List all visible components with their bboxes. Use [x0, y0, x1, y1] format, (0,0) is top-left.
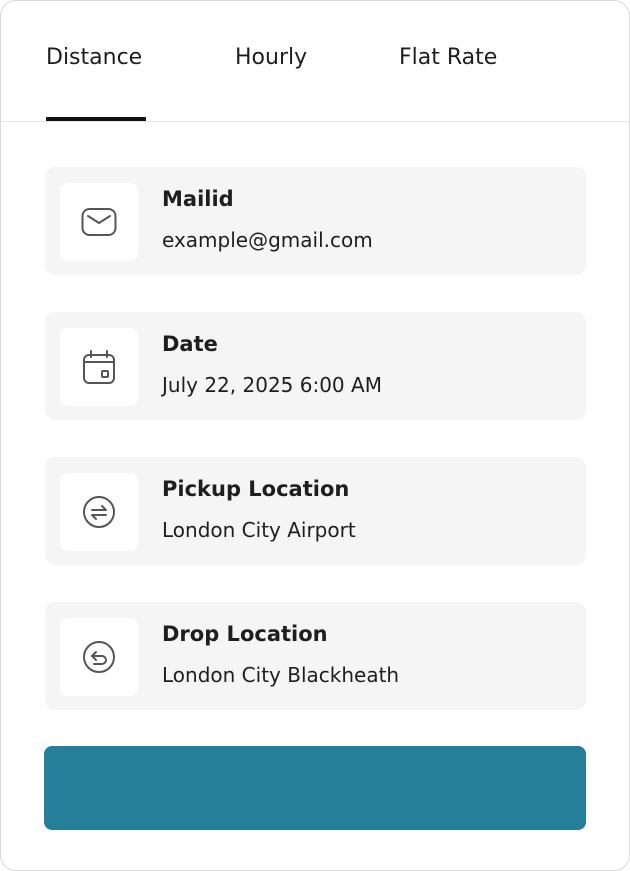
- pickup-icon-box: [60, 473, 138, 551]
- booking-summary-card: Distance Hourly Flat Rate Mailid example…: [0, 0, 630, 871]
- calendar-icon: [83, 350, 115, 384]
- drop-location-row: Drop Location London City Blackheath: [45, 602, 586, 710]
- mail-icon-box: [60, 183, 138, 261]
- mailid-label: Mailid: [162, 187, 234, 211]
- pickup-location-value: London City Airport: [162, 518, 356, 542]
- date-label: Date: [162, 332, 218, 356]
- tab-distance[interactable]: Distance: [46, 45, 142, 79]
- tab-hourly[interactable]: Hourly: [235, 45, 307, 79]
- drop-icon-box: [60, 618, 138, 696]
- mailid-row: Mailid example@gmail.com: [45, 167, 586, 275]
- pickup-location-row: Pickup Location London City Airport: [45, 457, 586, 565]
- calendar-icon-box: [60, 328, 138, 406]
- drop-location-value: London City Blackheath: [162, 663, 400, 687]
- pickup-location-label: Pickup Location: [162, 477, 350, 501]
- date-row: Date July 22, 2025 6:00 AM: [45, 312, 586, 420]
- drop-location-label: Drop Location: [162, 622, 328, 646]
- active-tab-indicator: [46, 117, 146, 121]
- booking-type-tabs: Distance Hourly Flat Rate: [1, 1, 629, 122]
- mail-icon: [81, 208, 117, 236]
- mailid-value: example@gmail.com: [162, 228, 373, 252]
- submit-button[interactable]: [44, 746, 586, 830]
- tab-flat-rate[interactable]: Flat Rate: [399, 45, 497, 79]
- date-value: July 22, 2025 6:00 AM: [162, 373, 382, 397]
- drop-location-icon: [83, 641, 115, 673]
- pickup-location-icon: [83, 496, 115, 528]
